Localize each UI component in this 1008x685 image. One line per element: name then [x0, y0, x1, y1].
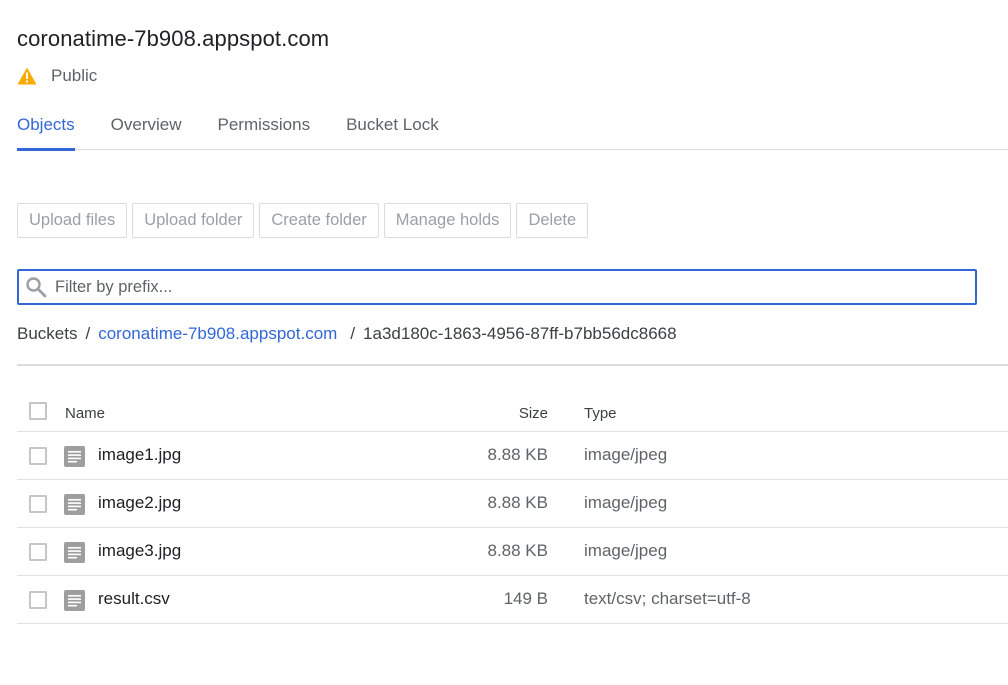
objects-table: Name Size Type image1.jpg 8.88 KB image/…: [17, 390, 1008, 624]
table-header: Name Size Type: [17, 390, 1008, 432]
breadcrumb-buckets[interactable]: Buckets: [17, 324, 77, 344]
page-title: coronatime-7b908.appspot.com: [17, 26, 330, 51]
file-size: 149 B: [503, 589, 548, 608]
table-row: result.csv 149 B text/csv; charset=utf-8: [17, 576, 1008, 624]
manage-holds-button[interactable]: Manage holds: [383, 203, 512, 238]
file-type: image/jpeg: [584, 541, 668, 560]
delete-button[interactable]: Delete: [516, 203, 589, 238]
file-size: 8.88 KB: [487, 445, 549, 464]
column-header-name[interactable]: Name: [65, 405, 105, 422]
breadcrumb-current-folder: 1a3d180c-1863-4956-87ff-b7bb56dc8668: [363, 324, 677, 343]
breadcrumb-separator: /: [350, 324, 356, 343]
file-size: 8.88 KB: [487, 541, 549, 560]
breadcrumb-bucket-link[interactable]: coronatime-7b908.appspot.com: [98, 324, 337, 344]
tab-overview[interactable]: Overview: [111, 104, 182, 150]
tab-permissions[interactable]: Permissions: [218, 104, 311, 150]
row-checkbox[interactable]: [29, 447, 47, 465]
warning-icon: [17, 67, 37, 85]
file-document-icon: [64, 542, 85, 568]
breadcrumb-separator: /: [85, 324, 91, 343]
search-icon: [25, 276, 47, 298]
breadcrumb: Buckets / coronatime-7b908.appspot.com /…: [17, 324, 677, 344]
visibility-label: Public: [51, 66, 98, 85]
tab-bar: Objects Overview Permissions Bucket Lock: [17, 104, 1008, 151]
file-name-link[interactable]: image1.jpg: [98, 445, 181, 465]
column-header-size[interactable]: Size: [519, 405, 548, 422]
filter-input[interactable]: [55, 277, 975, 297]
column-header-type[interactable]: Type: [584, 405, 617, 422]
row-checkbox[interactable]: [29, 495, 47, 513]
row-checkbox[interactable]: [29, 591, 47, 609]
table-row: image3.jpg 8.88 KB image/jpeg: [17, 528, 1008, 576]
file-name-link[interactable]: image2.jpg: [98, 493, 181, 513]
filter-box: [17, 269, 977, 305]
object-toolbar: Upload files Upload folder Create folder…: [17, 203, 589, 238]
bucket-details-page: coronatime-7b908.appspot.com Public Obje…: [0, 0, 1008, 685]
tab-bucket-lock[interactable]: Bucket Lock: [346, 104, 439, 150]
tab-objects[interactable]: Objects: [17, 104, 75, 151]
file-type: image/jpeg: [584, 445, 668, 464]
table-row: image2.jpg 8.88 KB image/jpeg: [17, 480, 1008, 528]
file-type: text/csv; charset=utf-8: [584, 589, 751, 608]
visibility-status: Public: [17, 66, 97, 86]
file-document-icon: [64, 494, 85, 520]
file-name-link[interactable]: result.csv: [98, 589, 170, 609]
file-document-icon: [64, 446, 85, 472]
file-document-icon: [64, 590, 85, 616]
row-checkbox[interactable]: [29, 543, 47, 561]
upload-files-button[interactable]: Upload files: [17, 203, 128, 238]
table-row: image1.jpg 8.88 KB image/jpeg: [17, 432, 1008, 480]
upload-folder-button[interactable]: Upload folder: [132, 203, 255, 238]
file-type: image/jpeg: [584, 493, 668, 512]
create-folder-button[interactable]: Create folder: [259, 203, 379, 238]
select-all-checkbox[interactable]: [29, 402, 47, 420]
file-name-link[interactable]: image3.jpg: [98, 541, 181, 561]
file-size: 8.88 KB: [487, 493, 549, 512]
section-divider: [17, 364, 1008, 366]
